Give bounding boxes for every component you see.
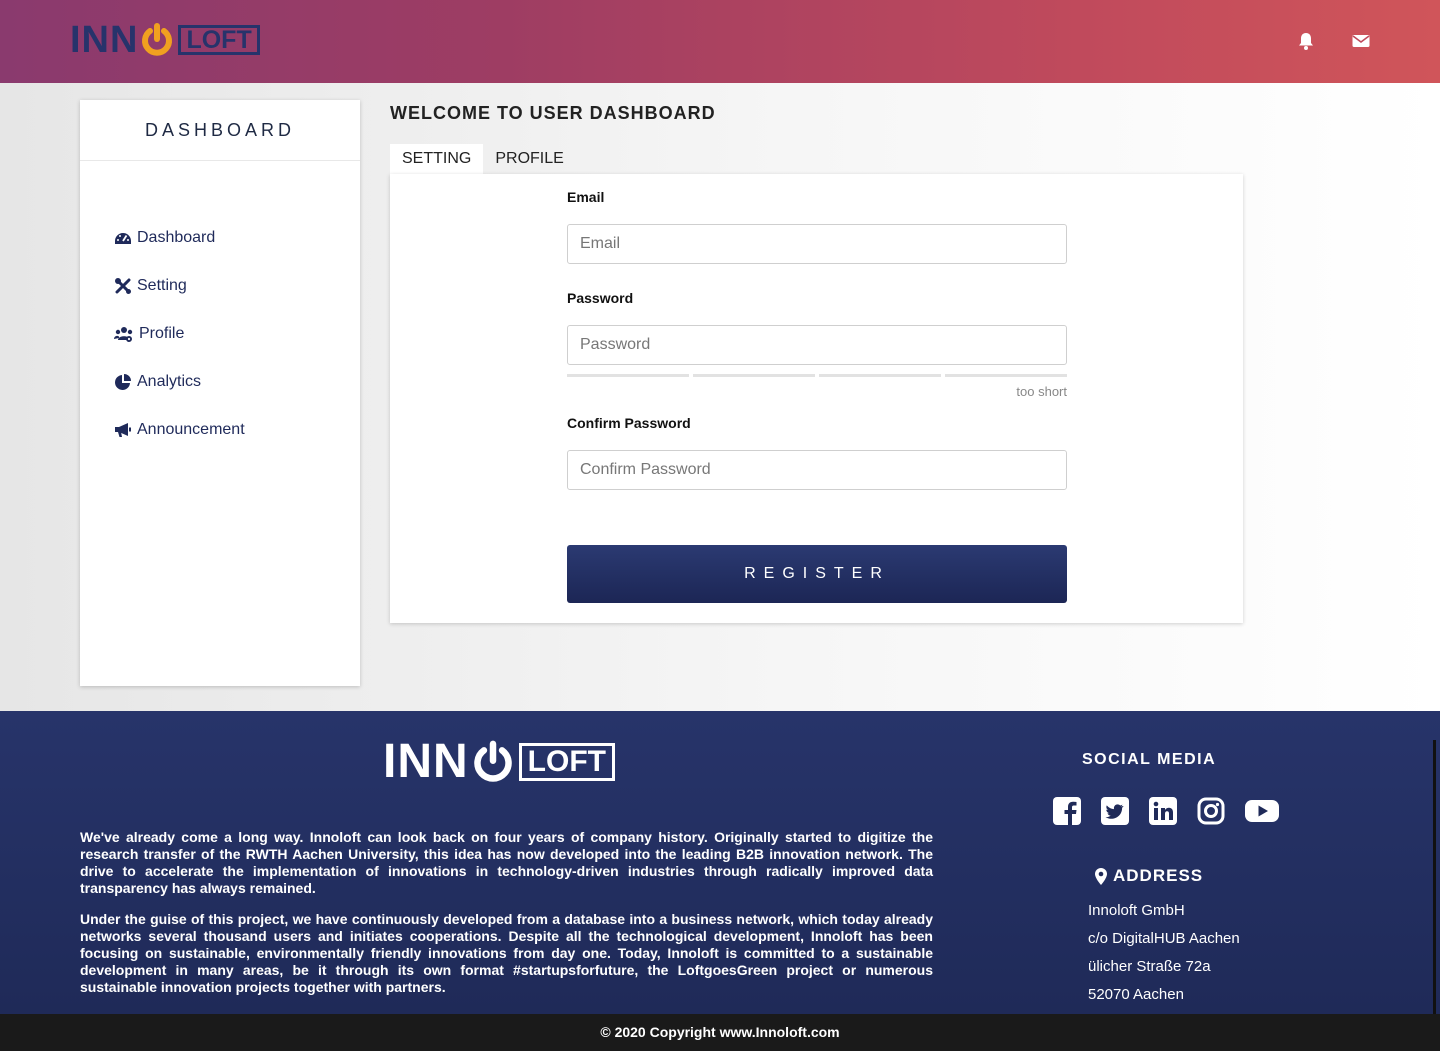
youtube-icon[interactable] bbox=[1245, 797, 1279, 825]
address-heading-text: ADDRESS bbox=[1113, 866, 1204, 885]
logo-text-inno: INN bbox=[383, 735, 469, 788]
linkedin-icon[interactable] bbox=[1149, 797, 1177, 825]
footer-logo[interactable]: INN LOFT bbox=[383, 738, 615, 786]
tab-profile[interactable]: PROFILE bbox=[483, 144, 575, 174]
address-line: Innoloft GmbH bbox=[1088, 902, 1185, 919]
tools-icon bbox=[115, 278, 131, 294]
sidebar-item-analytics[interactable]: Analytics bbox=[114, 358, 245, 406]
sidebar-title: DASHBOARD bbox=[80, 100, 360, 161]
sidebar-nav: Dashboard Setting Profile Analytics Anno… bbox=[114, 214, 245, 454]
copyright-bar: © 2020 Copyright www.Innoloft.com bbox=[0, 1014, 1440, 1051]
password-label: Password bbox=[567, 290, 634, 306]
address-line: ülicher Straße 72a bbox=[1088, 958, 1211, 975]
power-icon bbox=[142, 23, 173, 56]
footer: INN LOFT We've already come a long way. … bbox=[0, 711, 1440, 1014]
strength-segment bbox=[945, 374, 1067, 377]
sidebar-item-setting[interactable]: Setting bbox=[114, 262, 245, 310]
sidebar-item-label: Profile bbox=[139, 325, 185, 342]
pie-chart-icon bbox=[115, 374, 131, 390]
register-button[interactable]: REGISTER bbox=[567, 545, 1067, 603]
email-field[interactable] bbox=[567, 224, 1067, 264]
email-label: Email bbox=[567, 189, 605, 205]
envelope-icon[interactable] bbox=[1351, 31, 1371, 51]
bell-icon[interactable] bbox=[1296, 31, 1316, 51]
about-paragraph: We've already come a long way. Innoloft … bbox=[80, 829, 933, 896]
confirm-password-label: Confirm Password bbox=[567, 415, 691, 431]
address-line: 52070 Aachen bbox=[1088, 986, 1184, 1003]
strength-segment bbox=[567, 374, 689, 377]
password-field[interactable] bbox=[567, 325, 1067, 365]
sidebar-item-label: Analytics bbox=[137, 373, 202, 390]
power-icon bbox=[473, 740, 512, 782]
social-media-heading: SOCIAL MEDIA bbox=[1082, 751, 1217, 768]
sidebar-item-profile[interactable]: Profile bbox=[114, 310, 245, 358]
about-paragraph: Under the guise of this project, we have… bbox=[80, 911, 933, 995]
sidebar-item-dashboard[interactable]: Dashboard bbox=[114, 214, 245, 262]
address-block: Innoloft GmbH c/o DigitalHUB Aachen ülic… bbox=[1088, 897, 1240, 1009]
sidebar-item-label: Setting bbox=[137, 277, 187, 294]
logo-text-loft: LOFT bbox=[178, 25, 260, 55]
users-cog-icon bbox=[114, 327, 133, 342]
sidebar-item-announcement[interactable]: Announcement bbox=[114, 406, 245, 454]
logo-text-loft: LOFT bbox=[518, 743, 615, 781]
instagram-icon[interactable] bbox=[1197, 797, 1225, 825]
about-text: We've already come a long way. Innoloft … bbox=[80, 829, 933, 996]
top-header: INN LOFT bbox=[0, 0, 1440, 83]
tab-setting[interactable]: SETTING bbox=[390, 144, 484, 174]
social-links bbox=[1053, 797, 1299, 825]
address-line: c/o DigitalHUB Aachen bbox=[1088, 930, 1240, 947]
tachometer-icon bbox=[115, 233, 131, 244]
strength-segment bbox=[693, 374, 815, 377]
sidebar: DASHBOARD Dashboard Setting Profile Anal… bbox=[80, 100, 360, 686]
map-marker-icon bbox=[1095, 867, 1107, 885]
password-strength-text: too short bbox=[1016, 384, 1067, 399]
tab-bar: SETTING PROFILE bbox=[390, 144, 576, 174]
scrollbar[interactable] bbox=[1433, 740, 1436, 1014]
password-strength-meter bbox=[567, 374, 1067, 377]
logo-text-inno: INN bbox=[70, 19, 139, 61]
confirm-password-field[interactable] bbox=[567, 450, 1067, 490]
address-heading: ADDRESS bbox=[1095, 866, 1203, 886]
twitter-icon[interactable] bbox=[1101, 797, 1129, 825]
bullhorn-icon bbox=[115, 423, 131, 437]
facebook-icon[interactable] bbox=[1053, 797, 1081, 825]
settings-form-card: Email Password too short Confirm Passwor… bbox=[390, 174, 1243, 623]
strength-segment bbox=[819, 374, 941, 377]
sidebar-item-label: Announcement bbox=[137, 421, 245, 438]
innoloft-logo[interactable]: INN LOFT bbox=[70, 20, 260, 60]
sidebar-item-label: Dashboard bbox=[137, 229, 216, 246]
page-title: WELCOME TO USER DASHBOARD bbox=[390, 103, 716, 123]
